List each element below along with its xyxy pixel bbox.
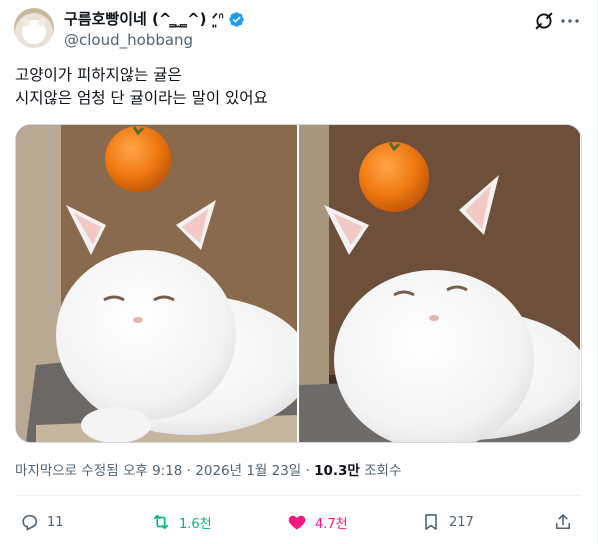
photo-1[interactable] xyxy=(16,125,297,442)
heart-icon xyxy=(288,515,306,530)
reply-count: 11 xyxy=(47,514,64,530)
meta-separator: · xyxy=(182,463,196,479)
retweet-icon xyxy=(153,514,169,530)
bookmark-icon xyxy=(425,514,437,530)
tweet-card: 구름호빵이네 (^ ̳ ̫ ̳^) ᐟ͈ᐢ @cloud_hobbang 고양이… xyxy=(0,0,598,544)
bookmark-button[interactable]: 217 xyxy=(421,508,474,536)
more-options-icon[interactable] xyxy=(558,9,582,33)
tweet-meta: 마지막으로 수정됨 오후 9:18 · 2026년 1월 23일 · 10.3만… xyxy=(15,459,401,479)
retweet-count: 1.6천 xyxy=(179,516,212,532)
meta-separator-2: · xyxy=(301,463,315,479)
cat-photo-1-illustration xyxy=(16,125,297,442)
author-display-name[interactable]: 구름호빵이네 (^ ̳ ̫ ̳^) ᐟ͈ᐢ xyxy=(64,9,224,29)
media-gallery xyxy=(15,124,582,443)
views-count: 10.3만 xyxy=(314,463,360,479)
author-handle[interactable]: @cloud_hobbang xyxy=(64,30,245,50)
retweet-button[interactable]: 1.6천 xyxy=(151,508,212,536)
share-icon xyxy=(555,514,571,530)
like-button[interactable]: 4.7천 xyxy=(287,508,348,536)
photo-2[interactable] xyxy=(299,125,580,442)
divider xyxy=(15,495,580,496)
verified-badge-icon xyxy=(229,11,244,27)
author-display-name-row[interactable]: 구름호빵이네 (^ ̳ ̫ ̳^) ᐟ͈ᐢ xyxy=(64,9,245,29)
share-button[interactable] xyxy=(553,508,573,536)
edited-timestamp[interactable]: 마지막으로 수정됨 오후 9:18 xyxy=(15,463,182,479)
tweet-text-line-2: 시지않은 엄청 단 귤이라는 말이 있어요 xyxy=(15,89,268,107)
tweet-text-line-1: 고양이가 피하지않는 귤은 xyxy=(15,66,182,84)
tweet-text: 고양이가 피하지않는 귤은 시지않은 엄청 단 귤이라는 말이 있어요 xyxy=(15,64,575,110)
author-block: 구름호빵이네 (^ ̳ ̫ ̳^) ᐟ͈ᐢ @cloud_hobbang xyxy=(64,9,245,50)
views-label: 조회수 xyxy=(359,463,402,479)
cat-photo-2-illustration xyxy=(299,125,580,442)
action-bar: 11 1.6천 4.7천 217 xyxy=(0,508,598,536)
like-count: 4.7천 xyxy=(315,516,348,532)
tweet-date[interactable]: 2026년 1월 23일 xyxy=(195,463,301,479)
avatar[interactable] xyxy=(14,8,54,48)
reply-icon xyxy=(22,514,38,531)
grok-icon[interactable] xyxy=(533,10,555,32)
bookmark-count: 217 xyxy=(449,514,474,530)
reply-button[interactable]: 11 xyxy=(19,508,64,536)
